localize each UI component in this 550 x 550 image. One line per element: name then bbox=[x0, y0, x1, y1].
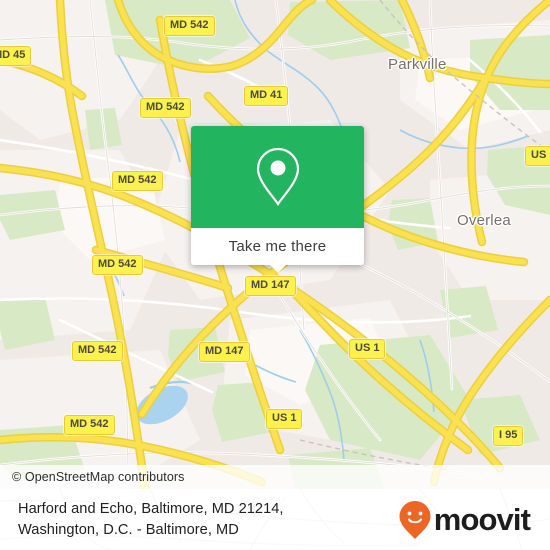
callout-pin-area bbox=[191, 126, 364, 228]
osm-attribution-text: © OpenStreetMap contributors bbox=[12, 470, 185, 484]
callout-tail bbox=[268, 264, 287, 273]
moovit-smiley-pin-icon bbox=[399, 500, 431, 539]
address-text: Harford and Echo, Baltimore, MD 21214, W… bbox=[18, 499, 284, 540]
address-line-2: Washington, D.C. - Baltimore, MD bbox=[18, 521, 239, 538]
road-shield[interactable]: MD 41 bbox=[244, 86, 289, 106]
map-pin-icon bbox=[256, 147, 299, 206]
moovit-brand[interactable]: moovit bbox=[398, 500, 534, 540]
road-shield[interactable]: MD 542 bbox=[112, 171, 163, 191]
road-shield[interactable]: MD 147 bbox=[199, 342, 250, 362]
take-me-there-label: Take me there bbox=[228, 238, 327, 255]
road-shield[interactable]: I 95 bbox=[493, 426, 524, 446]
address-line-1: Harford and Echo, Baltimore, MD 21214, bbox=[18, 500, 284, 517]
road-shield[interactable]: MD 542 bbox=[64, 415, 115, 435]
map-canvas[interactable]: Parkville Overlea MD 542 MD 45 MD 41 MD … bbox=[0, 0, 550, 489]
osm-attribution: © OpenStreetMap contributors bbox=[0, 465, 550, 489]
footer-bar: Harford and Echo, Baltimore, MD 21214, W… bbox=[0, 489, 550, 550]
location-callout-card[interactable]: Take me there bbox=[191, 126, 364, 273]
road-shield[interactable]: MD 147 bbox=[245, 276, 296, 296]
road-shield[interactable]: MD 542 bbox=[92, 255, 143, 275]
road-shield[interactable]: US 1 bbox=[525, 146, 550, 166]
road-shield[interactable]: MD 542 bbox=[72, 341, 123, 361]
road-shield[interactable]: US 1 bbox=[266, 409, 303, 429]
moovit-wordmark: moovit bbox=[433, 502, 531, 537]
road-shield[interactable]: MD 542 bbox=[164, 16, 215, 36]
road-shield[interactable]: MD 45 bbox=[0, 46, 32, 66]
place-label-parkville: Parkville bbox=[388, 56, 447, 73]
place-label-overlea: Overlea bbox=[457, 212, 511, 229]
road-shield[interactable]: MD 542 bbox=[140, 98, 191, 118]
road-shield[interactable]: US 1 bbox=[349, 339, 386, 359]
moovit-location-card: Parkville Overlea MD 542 MD 45 MD 41 MD … bbox=[0, 0, 550, 550]
take-me-there-button[interactable]: Take me there bbox=[191, 228, 364, 273]
